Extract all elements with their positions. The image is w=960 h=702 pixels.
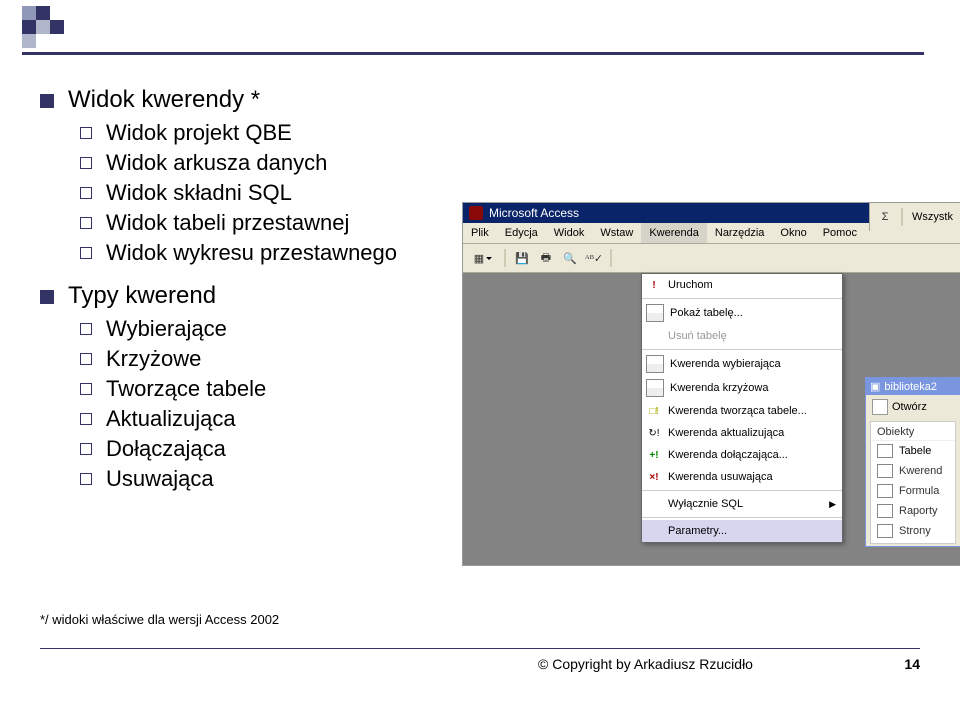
crosstab-query-icon	[646, 379, 664, 397]
dd-kw-krzyzowa[interactable]: Kwerenda krzyżowa	[642, 376, 842, 400]
save-button[interactable]: 💾	[511, 247, 533, 269]
db-icon: ▣	[870, 380, 880, 393]
bullet-marker	[40, 94, 54, 108]
db-window-title: ▣ biblioteka2	[866, 378, 960, 395]
menu-widok[interactable]: Widok	[546, 223, 593, 243]
obj-raporty[interactable]: Raporty	[871, 501, 955, 521]
menu-plik[interactable]: Plik	[463, 223, 497, 243]
append-query-icon: +!	[646, 447, 662, 463]
bullet-marker	[40, 290, 54, 304]
run-icon: !	[646, 277, 662, 293]
reports-icon	[877, 504, 893, 518]
obj-formularze[interactable]: Formula	[871, 481, 955, 501]
sigma-button[interactable]: Σ	[874, 206, 896, 228]
menu-narzedzia[interactable]: Narzędzia	[707, 223, 773, 243]
page-number: 14	[904, 656, 920, 672]
delete-query-icon: ×!	[646, 469, 662, 485]
db-open-button[interactable]: Otwórz	[866, 395, 960, 419]
bullet-text: Typy kwerend	[68, 282, 216, 310]
obj-strony[interactable]: Strony	[871, 521, 955, 541]
show-table-icon	[646, 304, 664, 322]
dd-parametry[interactable]: Parametry...	[642, 520, 842, 542]
dd-kw-dolaczajaca[interactable]: +!Kwerenda dołączająca...	[642, 444, 842, 466]
bullet-text: Widok kwerendy *	[68, 86, 260, 114]
preview-button[interactable]: 🔍	[559, 247, 581, 269]
dd-sql[interactable]: Wyłącznie SQL▶	[642, 493, 842, 515]
menu-kwerenda[interactable]: Kwerenda	[641, 223, 707, 243]
spell-button[interactable]: ᴬᴮ✓	[583, 247, 605, 269]
header-divider	[22, 52, 924, 55]
copyright-text: © Copyright by Arkadiusz Rzucidło	[538, 656, 753, 672]
kwerenda-dropdown: !Uruchom Pokaż tabelę... Usuń tabelę Kwe…	[641, 273, 843, 543]
toolbar: ▦ 💾 🖶 🔍 ᴬᴮ✓	[463, 244, 960, 273]
print-button[interactable]: 🖶	[535, 247, 557, 269]
submenu-arrow-icon: ▶	[829, 499, 836, 510]
dd-uruchom[interactable]: !Uruchom	[642, 274, 842, 296]
make-table-icon: □!	[646, 403, 662, 419]
dd-kw-wybierajaca[interactable]: Kwerenda wybierająca	[642, 352, 842, 376]
obj-tabele[interactable]: Tabele	[871, 441, 955, 461]
menu-edycja[interactable]: Edycja	[497, 223, 546, 243]
dd-kw-tworzaca[interactable]: □!Kwerenda tworząca tabele...	[642, 400, 842, 422]
menu-pomoc[interactable]: Pomoc	[815, 223, 865, 243]
toolbar-combo[interactable]: Wszystk	[908, 211, 957, 223]
menu-okno[interactable]: Okno	[772, 223, 814, 243]
dd-kw-usuwajaca[interactable]: ×!Kwerenda usuwająca	[642, 466, 842, 488]
access-icon	[469, 206, 483, 220]
sub-bullet: Widok arkusza danych	[80, 150, 920, 176]
forms-icon	[877, 484, 893, 498]
view-button[interactable]: ▦	[467, 247, 499, 269]
menu-wstaw[interactable]: Wstaw	[592, 223, 641, 243]
queries-icon	[877, 464, 893, 478]
tables-icon	[877, 444, 893, 458]
obj-kwerendy[interactable]: Kwerend	[871, 461, 955, 481]
update-query-icon: ↻!	[646, 425, 662, 441]
dd-usun-tabele: Usuń tabelę	[642, 325, 842, 347]
access-screenshot: Microsoft Access Plik Edycja Widok Wstaw…	[462, 202, 960, 566]
pages-icon	[877, 524, 893, 538]
window-title: Microsoft Access	[489, 206, 579, 220]
database-window: ▣ biblioteka2 Otwórz Obiekty Tabele Kwer…	[865, 377, 960, 547]
dd-pokaz-tabele[interactable]: Pokaż tabelę...	[642, 301, 842, 325]
open-icon	[872, 399, 888, 415]
bullet-widok-kwerendy: Widok kwerendy *	[40, 86, 920, 114]
toolbar-right: Σ Wszystk	[869, 203, 960, 231]
dd-kw-aktualizujaca[interactable]: ↻!Kwerenda aktualizująca	[642, 422, 842, 444]
objects-header: Obiekty	[871, 424, 955, 441]
slide-logo	[22, 6, 64, 48]
sub-bullet: Widok projekt QBE	[80, 120, 920, 146]
footnote-text: */ widoki właściwe dla wersji Access 200…	[40, 612, 279, 627]
select-query-icon	[646, 355, 664, 373]
footer-divider	[40, 648, 920, 649]
